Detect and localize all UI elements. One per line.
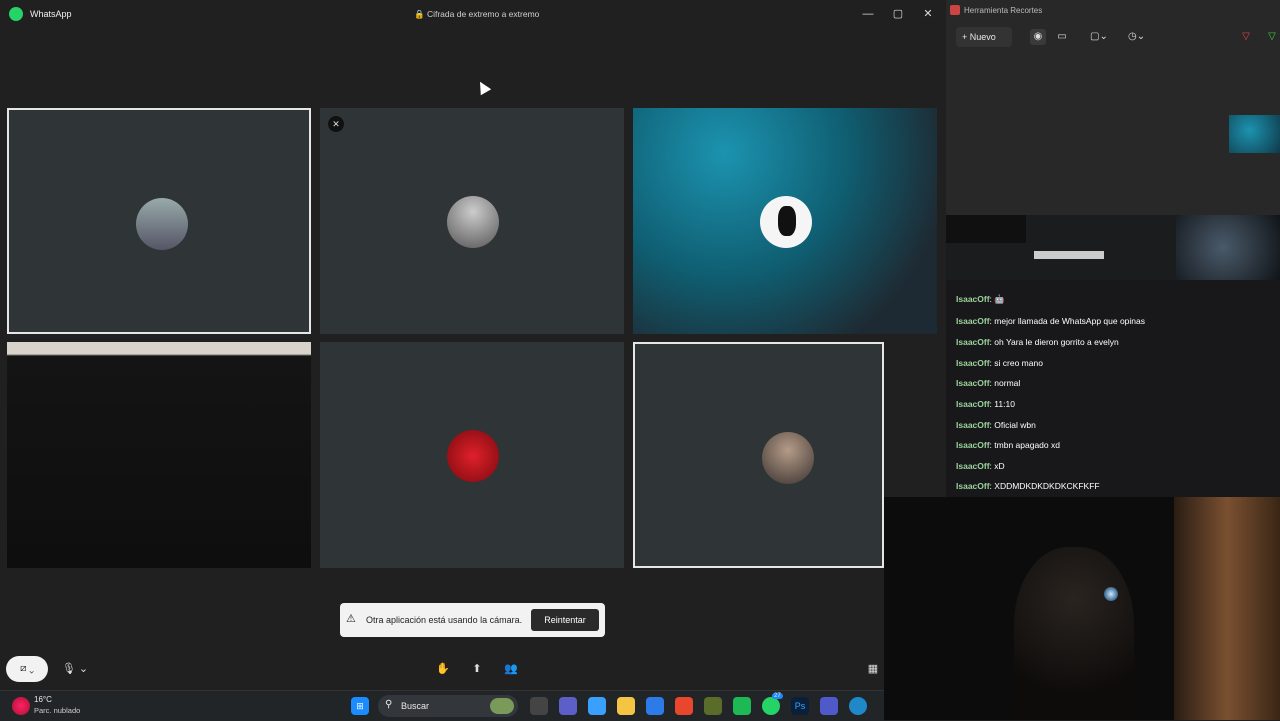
layout-icon: ▦ xyxy=(867,663,879,675)
whatsapp-badge: 27 xyxy=(772,693,783,699)
warning-icon: ⚠ xyxy=(346,613,356,625)
chat-message: IsaacOff: normal xyxy=(956,378,1021,388)
share-screen-button[interactable]: ⬆ xyxy=(466,656,488,682)
toast-message: Otra aplicación está usando la cámara. xyxy=(366,615,523,625)
chat-message: IsaacOff: XDDMDKDKDKDKCKFKFF xyxy=(956,481,1100,491)
mic-button[interactable]: 🎙 ⌄ xyxy=(58,656,92,682)
maximize-button[interactable]: ▢ xyxy=(883,4,913,24)
chat-message: IsaacOff: mejor llamada de WhatsApp que … xyxy=(956,316,1146,326)
app-title: WhatsApp xyxy=(30,9,72,19)
chat-message: IsaacOff: tmbn apagado xd xyxy=(956,440,1060,450)
extra-icon[interactable]: ▽ xyxy=(1264,29,1280,45)
mouse-cursor-icon xyxy=(474,78,492,96)
preview-bar xyxy=(1034,251,1104,259)
participant-avatar xyxy=(447,196,499,248)
chat-message: IsaacOff: oh Yara le dieron gorrito a ev… xyxy=(956,337,1119,347)
participant-avatar xyxy=(136,198,188,250)
participant-avatar xyxy=(762,432,814,484)
people-icon: 👥 xyxy=(504,663,518,675)
participants-button[interactable]: 👥 xyxy=(500,656,522,682)
teams-icon[interactable] xyxy=(820,697,838,715)
streamer-webcam xyxy=(884,497,1280,720)
brave-icon[interactable] xyxy=(675,697,693,715)
snip-title: Herramienta Recortes xyxy=(964,6,1043,15)
participant-avatar xyxy=(760,196,812,248)
stream-preview xyxy=(946,215,1280,280)
muted-mic-icon: ✕ xyxy=(328,116,344,132)
file-explorer-icon[interactable] xyxy=(617,697,635,715)
streamer-figure xyxy=(1014,547,1134,720)
xbox-icon[interactable] xyxy=(733,697,751,715)
snip-logo-icon xyxy=(950,5,960,15)
camera-icon[interactable]: ◉ xyxy=(1030,29,1046,45)
preview-block xyxy=(946,215,1026,243)
search-icon: ⚲ xyxy=(385,699,393,710)
new-snip-button[interactable]: + Nuevo xyxy=(956,27,1012,47)
title-bar: WhatsApp 🔒 Cifrada de extremo a extremo … xyxy=(0,0,945,28)
mic-icon: 🎙 ⌄ xyxy=(61,663,89,675)
participant-tile-4[interactable] xyxy=(7,342,311,568)
weather-icon xyxy=(12,697,30,715)
raise-hand-button[interactable]: ✋ xyxy=(432,656,454,682)
filter-icon[interactable]: ▽ xyxy=(1238,29,1254,45)
copilot-icon[interactable] xyxy=(588,697,606,715)
photoshop-icon[interactable]: Ps xyxy=(791,697,809,715)
video-icon[interactable]: ▭ xyxy=(1054,29,1070,45)
participant-tile-2[interactable]: ✕ xyxy=(320,108,624,334)
taskbar: 16°C Parc. nublado ⊞ ⚲ Buscar 27 Ps xyxy=(0,690,884,721)
weather-temp: 16°C xyxy=(34,695,52,704)
snipping-tool-window: Herramienta Recortes + Nuevo ◉ ▭ ▢⌄ ◷⌄ ▽… xyxy=(946,0,1280,215)
encryption-label: 🔒 Cifrada de extremo a extremo xyxy=(414,9,540,19)
whatsapp-window: WhatsApp 🔒 Cifrada de extremo a extremo … xyxy=(0,0,945,690)
start-icon[interactable]: ⊞ xyxy=(351,697,369,715)
share-icon: ⬆ xyxy=(472,663,482,675)
taskbar-search[interactable]: ⚲ Buscar xyxy=(378,695,518,717)
light-glare xyxy=(1104,587,1118,601)
app-icon[interactable] xyxy=(704,697,722,715)
layout-button[interactable]: ▦ xyxy=(862,656,884,682)
participant-avatar xyxy=(447,430,499,482)
chat-message: IsaacOff: Oficial wbn xyxy=(956,420,1036,430)
preview-webcam xyxy=(1176,215,1280,280)
meet-icon[interactable] xyxy=(559,697,577,715)
minimize-button[interactable]: — xyxy=(853,4,883,24)
chat-message: IsaacOff: xD xyxy=(956,461,1005,471)
weather-desc: Parc. nublado xyxy=(34,706,81,715)
edge-icon[interactable] xyxy=(849,697,867,715)
retry-button[interactable]: Reintentar xyxy=(531,609,599,631)
whatsapp-logo-icon xyxy=(9,7,23,21)
webcam-background xyxy=(1174,497,1280,720)
participant-tile-1[interactable] xyxy=(7,108,311,334)
store-icon[interactable] xyxy=(646,697,664,715)
chat-message: IsaacOff: si creo mano xyxy=(956,358,1043,368)
participant-tile-6[interactable] xyxy=(633,342,884,568)
timer-icon[interactable]: ◷⌄ xyxy=(1128,29,1145,45)
chat-message: IsaacOff: 🤖 xyxy=(956,294,1005,304)
task-view-icon[interactable] xyxy=(530,697,548,715)
thumbnail xyxy=(1229,115,1280,153)
close-button[interactable]: ✕ xyxy=(913,4,943,24)
participant-tile-3[interactable] xyxy=(633,108,937,334)
camera-off-icon: ⧄ ⌄ xyxy=(20,663,34,674)
whatsapp-taskbar-icon[interactable] xyxy=(762,697,780,715)
participant-tile-5[interactable] xyxy=(320,342,624,568)
hand-icon: ✋ xyxy=(436,663,450,675)
live-chat: IsaacOff: 🤖 IsaacOff: mejor llamada de W… xyxy=(946,280,1280,498)
search-label: Buscar xyxy=(401,701,430,711)
camera-toggle-button[interactable]: ⧄ ⌄ xyxy=(6,656,48,682)
chat-message: IsaacOff: 11:10 xyxy=(956,399,1015,409)
camera-warning-toast: ⚠ Otra aplicación está usando la cámara.… xyxy=(340,603,605,637)
mode-icon[interactable]: ▢⌄ xyxy=(1090,29,1108,45)
search-highlight-icon xyxy=(490,698,514,714)
